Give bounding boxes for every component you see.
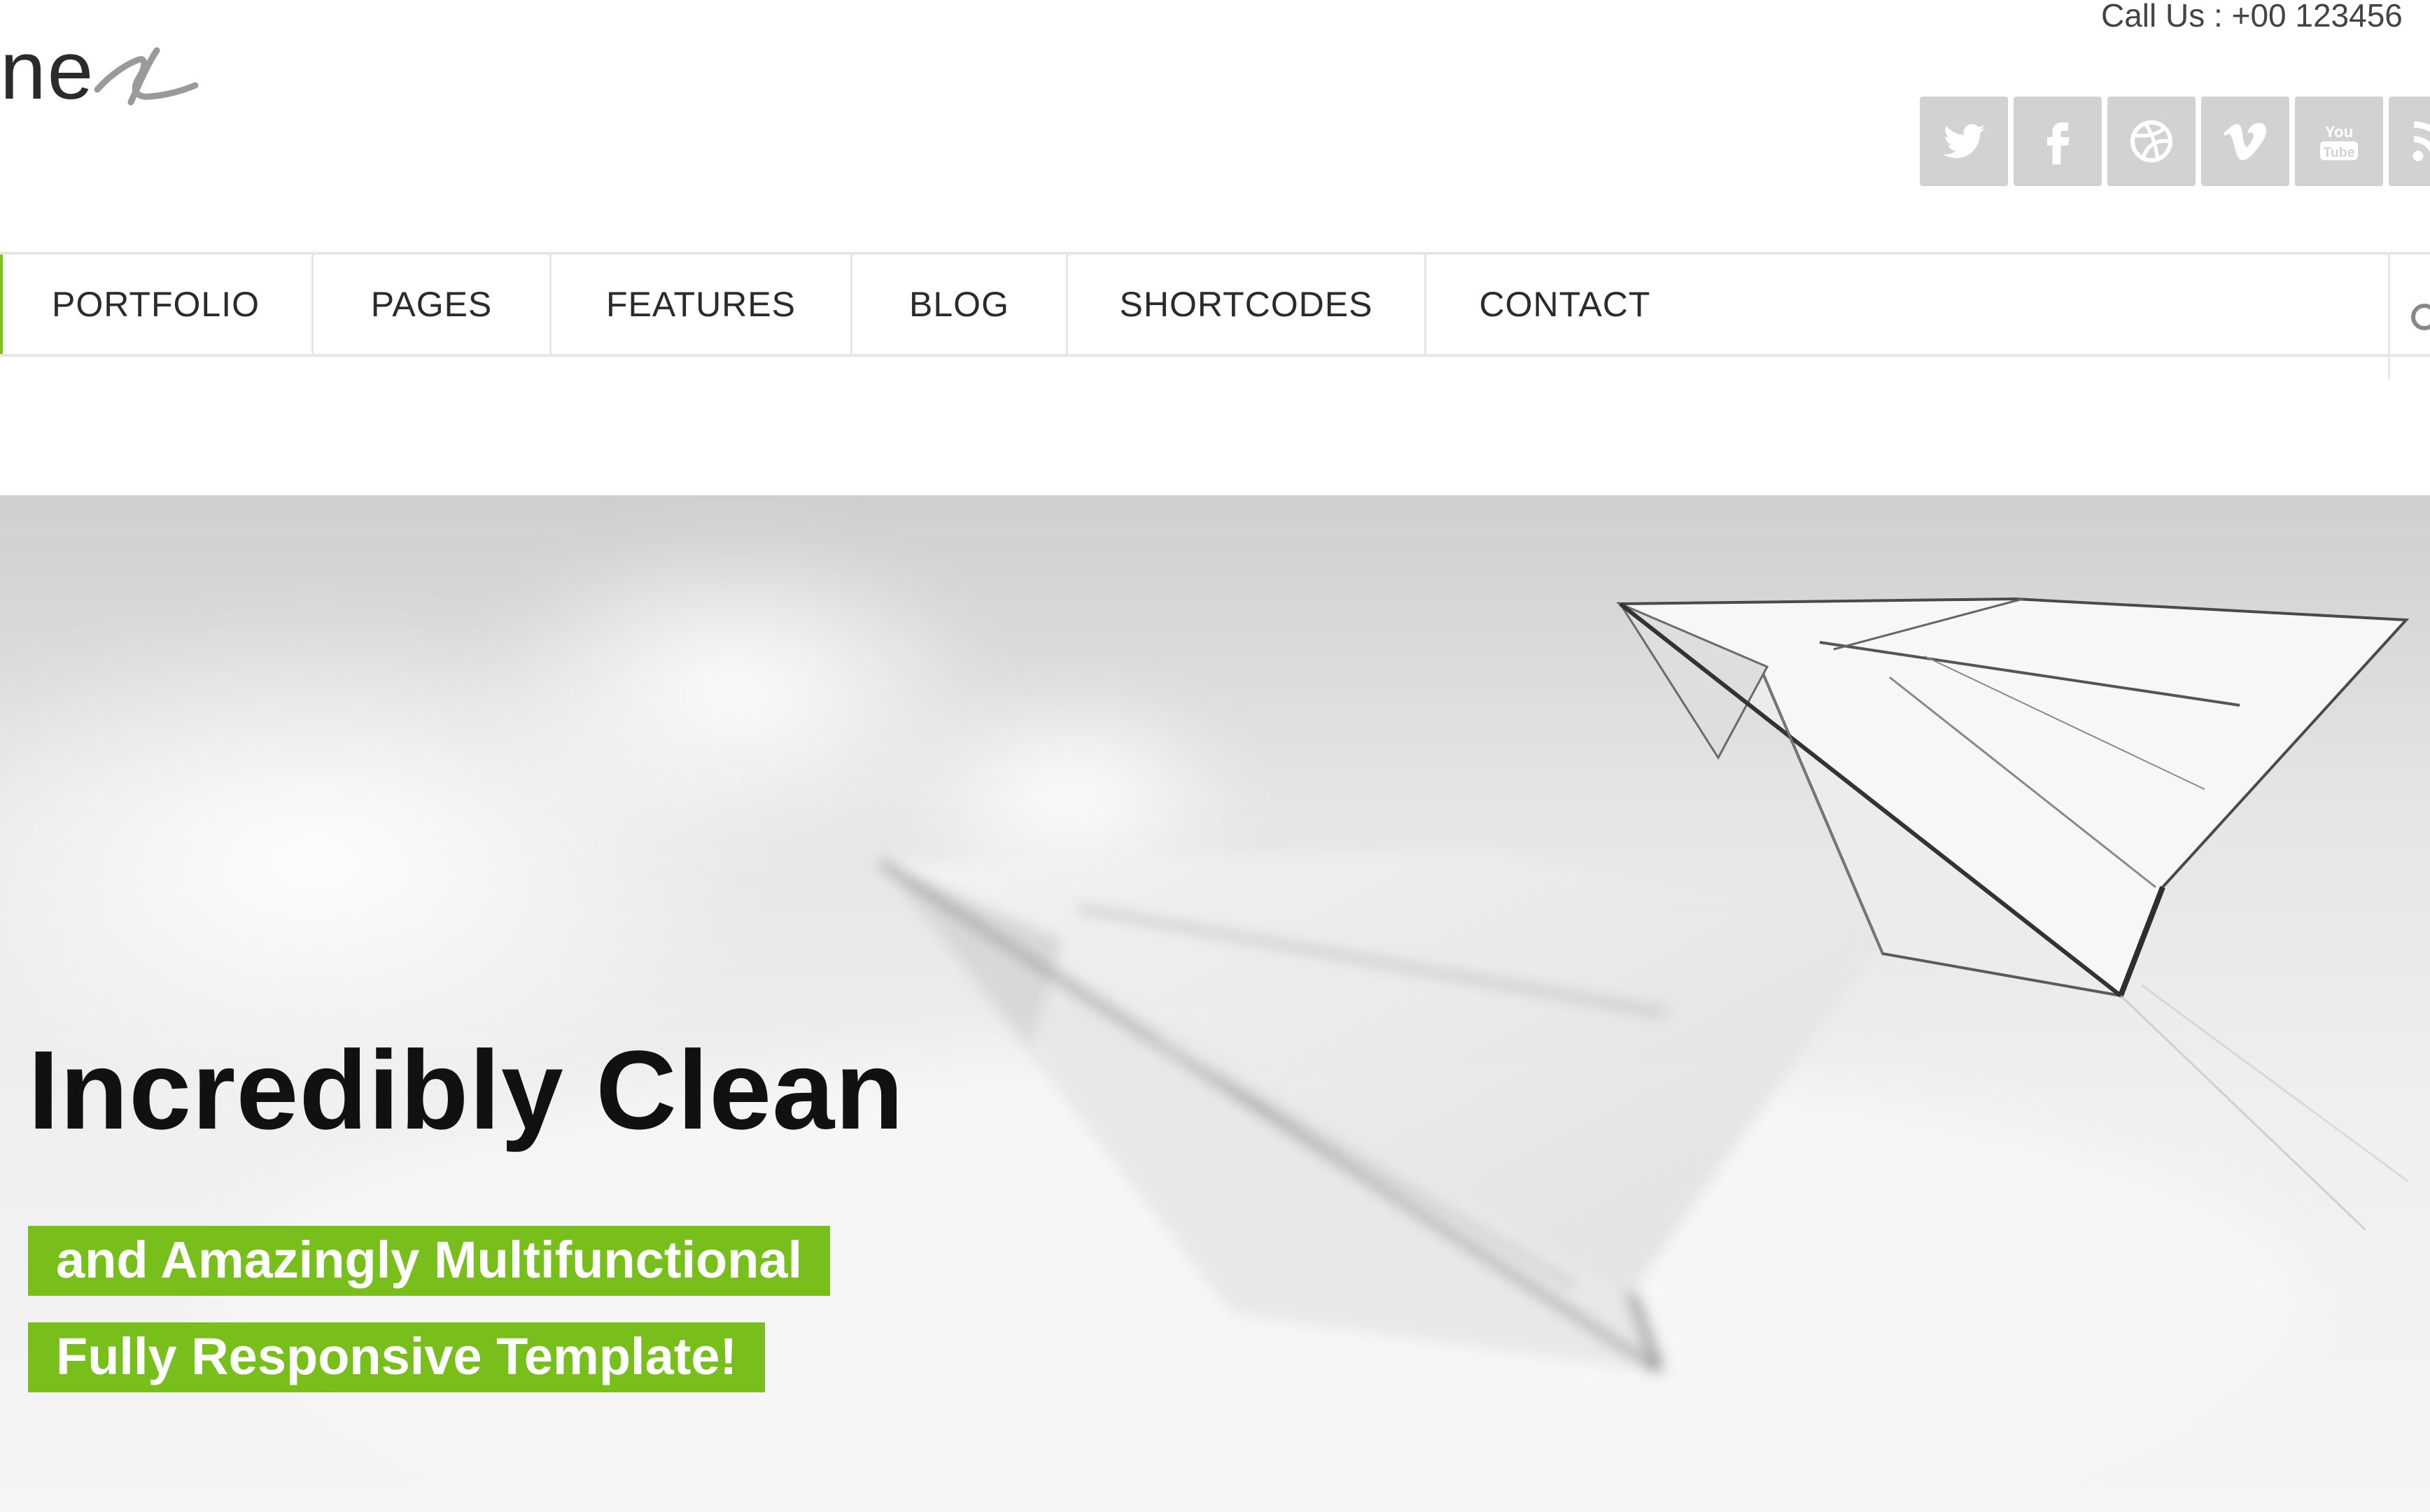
- nav-item-label: SHORTCODES: [1119, 285, 1373, 324]
- hero-tagline-1: and Amazingly Multifunctional: [28, 1226, 831, 1296]
- logo-x-mark: [94, 47, 199, 106]
- nav-item-blog[interactable]: BLOG: [852, 255, 1068, 354]
- social-icons: You Tube: [1920, 97, 2430, 186]
- main-navigation: PORTFOLIO PAGES FEATURES BLOG SHORTCODES…: [0, 252, 2430, 379]
- call-us-text: Call Us : +00 123456: [2101, 0, 2403, 34]
- dribbble-button[interactable]: [2107, 97, 2196, 186]
- facebook-button[interactable]: [2014, 97, 2102, 186]
- search-icon: [2411, 304, 2430, 330]
- twitter-icon: [1943, 124, 1985, 158]
- nav-item-label: FEATURES: [606, 285, 796, 324]
- nav-item-label: CONTACT: [1479, 285, 1651, 324]
- logo[interactable]: ne: [0, 21, 202, 112]
- hero-banner: Incredibly Clean and Amazingly Multifunc…: [0, 495, 2430, 1512]
- hero-title: Incredibly Clean: [28, 1027, 904, 1152]
- hero-tagline-2: Fully Responsive Template!: [28, 1322, 766, 1392]
- nav-item-label: BLOG: [909, 285, 1009, 324]
- nav-item-label: PORTFOLIO: [51, 285, 260, 324]
- dribbble-icon: [2130, 120, 2172, 162]
- rss-icon: [2413, 121, 2430, 162]
- svg-text:Tube: Tube: [2323, 145, 2354, 160]
- twitter-button[interactable]: [1920, 97, 2008, 186]
- youtube-button[interactable]: You Tube: [2295, 97, 2383, 186]
- facebook-icon: [2047, 122, 2070, 164]
- vimeo-icon: [2223, 122, 2267, 160]
- nav-item-features[interactable]: FEATURES: [552, 255, 852, 354]
- nav-item-contact[interactable]: CONTACT: [1426, 255, 1704, 354]
- search-button[interactable]: [2388, 255, 2430, 379]
- logo-text: ne: [0, 24, 95, 117]
- nav-item-shortcodes[interactable]: SHORTCODES: [1068, 255, 1426, 354]
- site-header: ne Call Us : +00 123456 You Tube: [0, 0, 2430, 252]
- nav-item-pages[interactable]: PAGES: [314, 255, 552, 354]
- rss-button[interactable]: [2389, 97, 2430, 186]
- vimeo-button[interactable]: [2201, 97, 2289, 186]
- nav-item-label: PAGES: [370, 285, 493, 324]
- youtube-icon: You Tube: [2320, 123, 2358, 160]
- svg-text:You: You: [2325, 123, 2354, 141]
- nav-item-portfolio[interactable]: PORTFOLIO: [0, 255, 314, 354]
